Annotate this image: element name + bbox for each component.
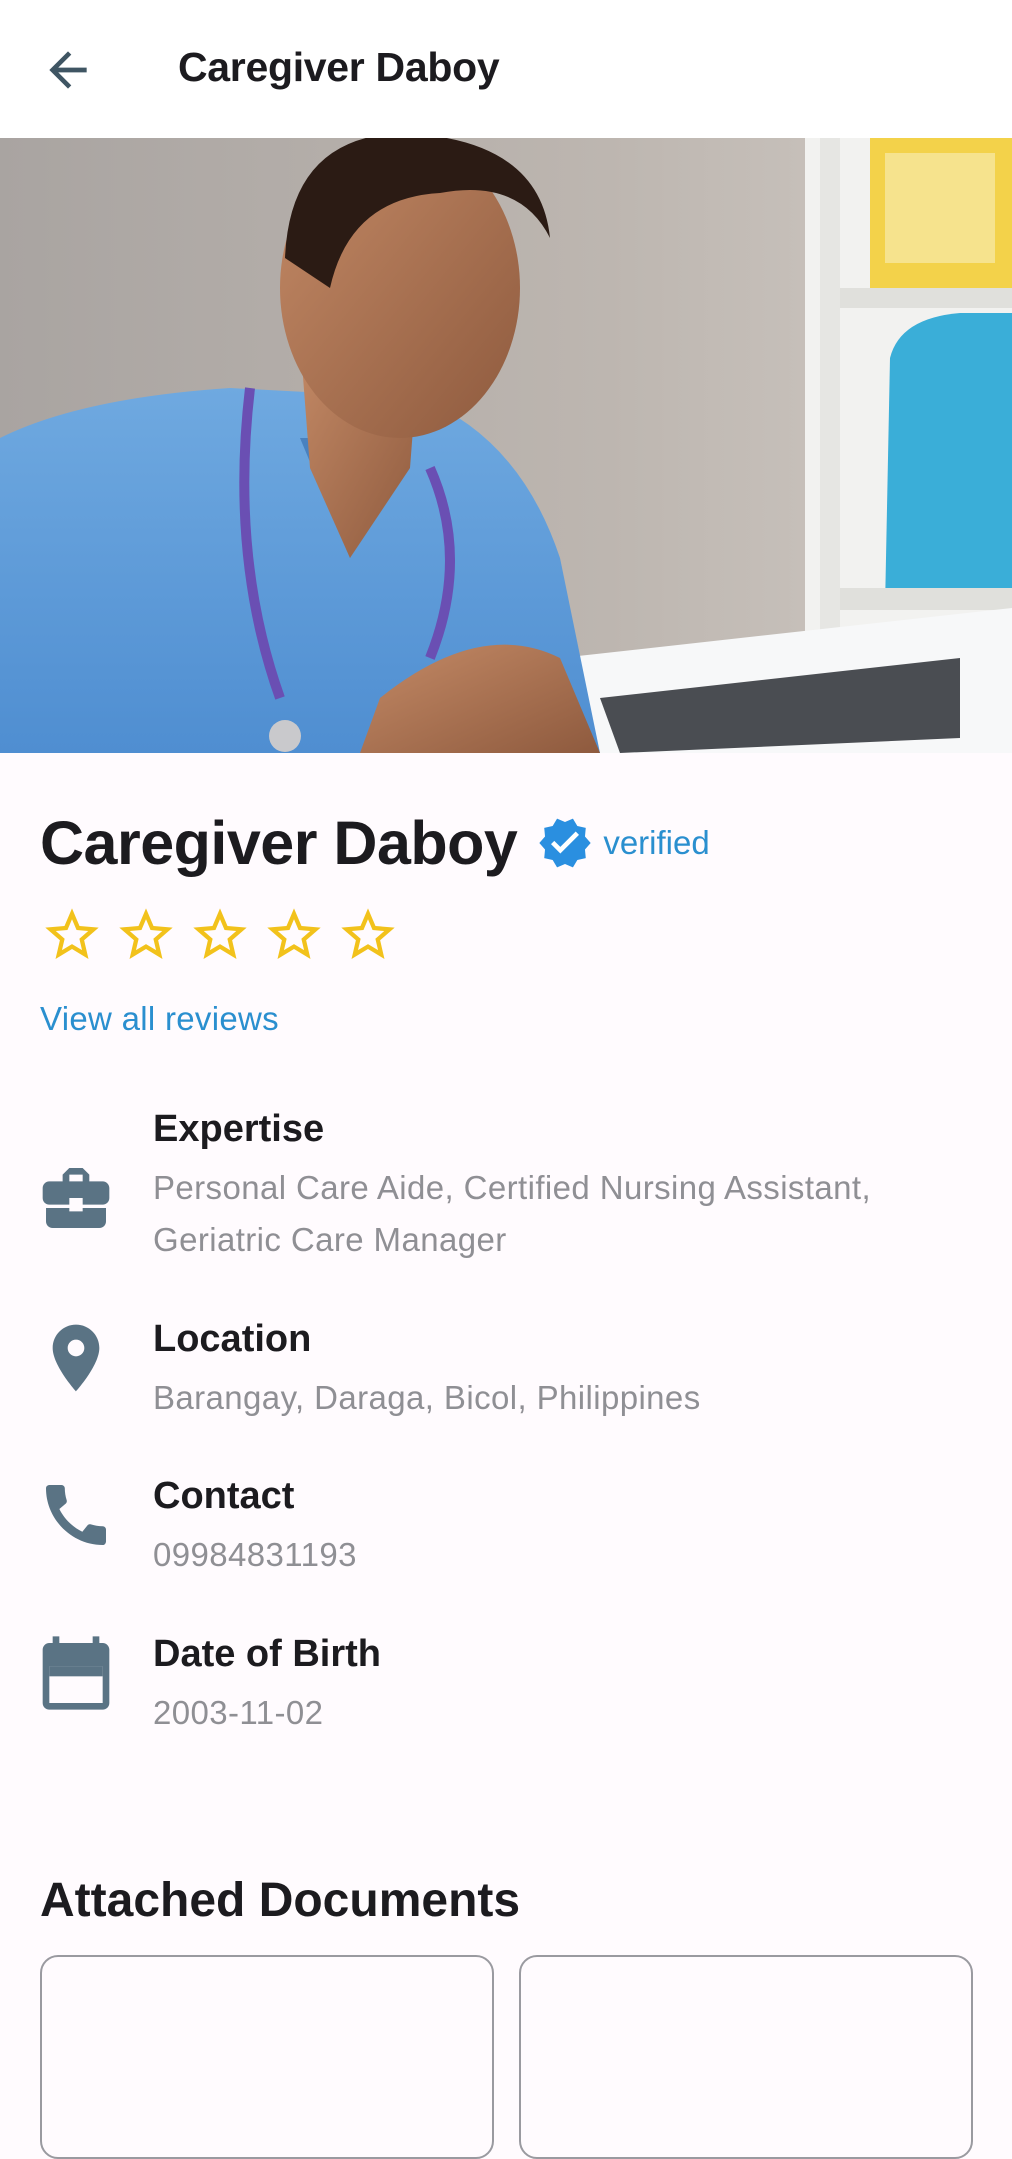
date-of-birth-value: 2003-11-02 [153, 1694, 324, 1731]
profile-photo [0, 138, 1012, 753]
arrow-left-icon [49, 51, 87, 89]
app-bar: Caregiver Daboy [0, 0, 1012, 138]
document-card[interactable] [519, 1955, 973, 2159]
location-pin-icon [52, 1324, 100, 1392]
back-button[interactable] [28, 30, 108, 110]
attached-documents-title: Attached Documents [40, 1874, 521, 1927]
document-card[interactable] [40, 1955, 494, 2159]
rating-stars[interactable] [40, 903, 410, 967]
verified-badge-icon [539, 818, 591, 868]
star-outline-icon[interactable] [188, 903, 252, 967]
name-row: Caregiver Daboy verified [40, 808, 710, 878]
expertise-value: Personal Care Aide, Certified Nursing As… [153, 1169, 872, 1258]
contact-value[interactable]: 09984831193 [153, 1529, 973, 1581]
briefcase-icon [42, 1168, 110, 1228]
location-title: Location [153, 1318, 312, 1360]
star-outline-icon[interactable] [114, 903, 178, 967]
expertise-title: Expertise [153, 1108, 325, 1150]
caregiver-name: Caregiver Daboy [40, 809, 518, 877]
star-outline-icon[interactable] [336, 903, 400, 967]
star-outline-icon[interactable] [262, 903, 326, 967]
date-of-birth-title: Date of Birth [153, 1633, 381, 1675]
contact-title: Contact [153, 1475, 295, 1517]
star-outline-icon[interactable] [40, 903, 104, 967]
phone-icon[interactable] [36, 1475, 116, 1555]
page-title: Caregiver Daboy [178, 44, 500, 90]
location-value: Barangay, Daraga, Bicol, Philippines [153, 1379, 701, 1416]
view-all-reviews-link[interactable]: View all reviews [40, 1000, 279, 1038]
verified-label: verified [603, 824, 710, 861]
calendar-icon [42, 1636, 110, 1710]
